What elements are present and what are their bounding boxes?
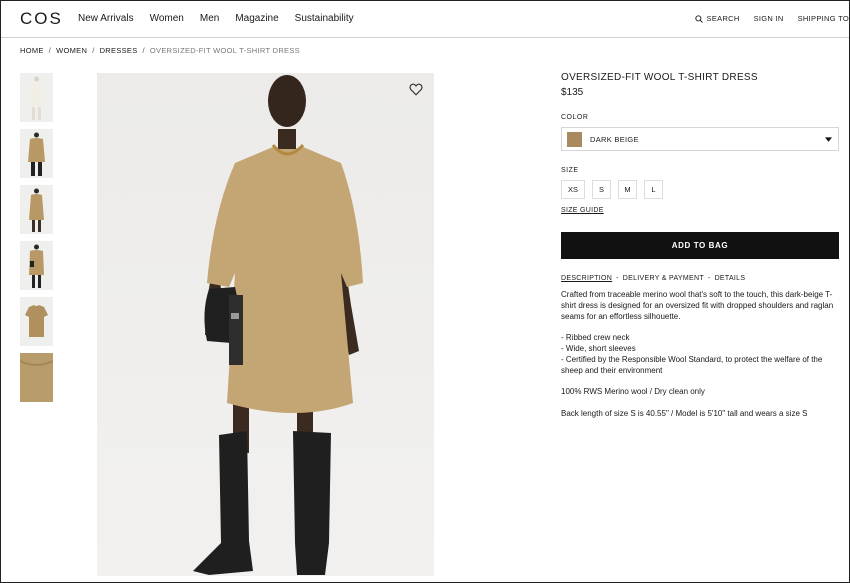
model-photo — [193, 75, 363, 575]
tab-delivery-payment[interactable]: DELIVERY & PAYMENT — [623, 275, 704, 282]
breadcrumb: HOME / WOMEN / DRESSES / OVERSIZED-FIT W… — [20, 46, 300, 55]
breadcrumb-dresses[interactable]: DRESSES — [100, 46, 138, 55]
tab-description[interactable]: DESCRIPTION — [561, 275, 612, 282]
thumbnail-2[interactable] — [20, 129, 53, 178]
composition-text: 100% RWS Merino wool / Dry clean only — [561, 387, 705, 397]
cos-logo[interactable]: COS — [20, 9, 63, 29]
size-m-button[interactable]: M — [618, 180, 637, 199]
utility-nav: SEARCH SIGN IN SHIPPING TO — [694, 14, 849, 23]
breadcrumb-current: OVERSIZED-FIT WOOL T-SHIRT DRESS — [149, 46, 300, 55]
search-icon — [694, 14, 703, 23]
breadcrumb-separator: / — [48, 46, 52, 55]
tab-separator: - — [707, 275, 711, 282]
thumbnail-6[interactable] — [20, 353, 53, 402]
main-nav: New Arrivals Women Men Magazine Sustaina… — [78, 13, 354, 24]
color-swatch — [567, 131, 582, 147]
breadcrumb-women[interactable]: WOMEN — [56, 46, 87, 55]
color-select[interactable]: DARK BEIGE — [561, 127, 839, 151]
thumbnail-1[interactable] — [20, 73, 53, 122]
bullet-item: - Ribbed crew neck — [561, 333, 630, 343]
color-label: COLOR — [561, 114, 589, 121]
size-xs-button[interactable]: XS — [561, 180, 585, 199]
add-to-bag-button[interactable]: ADD TO BAG — [561, 232, 839, 259]
product-panel: OVERSIZED-FIT WOOL T-SHIRT DRESS $135 CO… — [561, 72, 839, 430]
color-value: DARK BEIGE — [590, 134, 639, 144]
size-guide-link[interactable]: SIZE GUIDE — [561, 207, 604, 214]
search-label: SEARCH — [706, 14, 740, 23]
heart-icon[interactable] — [409, 83, 423, 96]
sign-in-link[interactable]: SIGN IN — [754, 14, 784, 23]
breadcrumb-separator: / — [142, 46, 145, 55]
size-l-button[interactable]: L — [644, 180, 663, 199]
nav-women[interactable]: Women — [150, 13, 184, 24]
nav-new-arrivals[interactable]: New Arrivals — [78, 13, 134, 24]
caret-down-icon — [825, 136, 832, 142]
nav-men[interactable]: Men — [200, 13, 219, 24]
shipping-to-link[interactable]: SHIPPING TO — [798, 14, 849, 23]
bullet-item: - Certified by the Responsible Wool Stan… — [561, 354, 823, 375]
nav-sustainability[interactable]: Sustainability — [295, 13, 354, 24]
thumbnail-3[interactable] — [20, 185, 53, 234]
product-description: Crafted from traceable merino wool that'… — [561, 290, 839, 420]
product-main-image[interactable] — [97, 73, 434, 576]
description-bullets: - Ribbed crew neck - Wide, short sleeves… — [561, 333, 839, 376]
description-intro: Crafted from traceable merino wool that'… — [561, 290, 834, 321]
thumbnail-5[interactable] — [20, 297, 53, 346]
thumbnail-4[interactable] — [20, 241, 53, 290]
thumbnail-strip — [20, 73, 53, 409]
search-link[interactable]: SEARCH — [694, 14, 740, 23]
product-title: OVERSIZED-FIT WOOL T-SHIRT DRESS — [561, 72, 758, 83]
breadcrumb-separator: / — [92, 46, 95, 55]
size-label: SIZE — [561, 167, 579, 174]
product-price: $135 — [561, 87, 584, 98]
size-s-button[interactable]: S — [592, 180, 611, 199]
fit-text: Back length of size S is 40.55" / Model … — [561, 408, 808, 418]
site-header: COS New Arrivals Women Men Magazine Sust… — [1, 1, 849, 38]
tab-separator: - — [616, 275, 619, 282]
size-options: XS S M L — [561, 180, 839, 199]
breadcrumb-home[interactable]: HOME — [20, 46, 44, 55]
info-tabs: DESCRIPTION - DELIVERY & PAYMENT - DETAI… — [561, 275, 839, 282]
nav-magazine[interactable]: Magazine — [235, 13, 278, 24]
bullet-item: - Wide, short sleeves — [561, 343, 636, 353]
tab-details[interactable]: DETAILS — [715, 275, 746, 282]
